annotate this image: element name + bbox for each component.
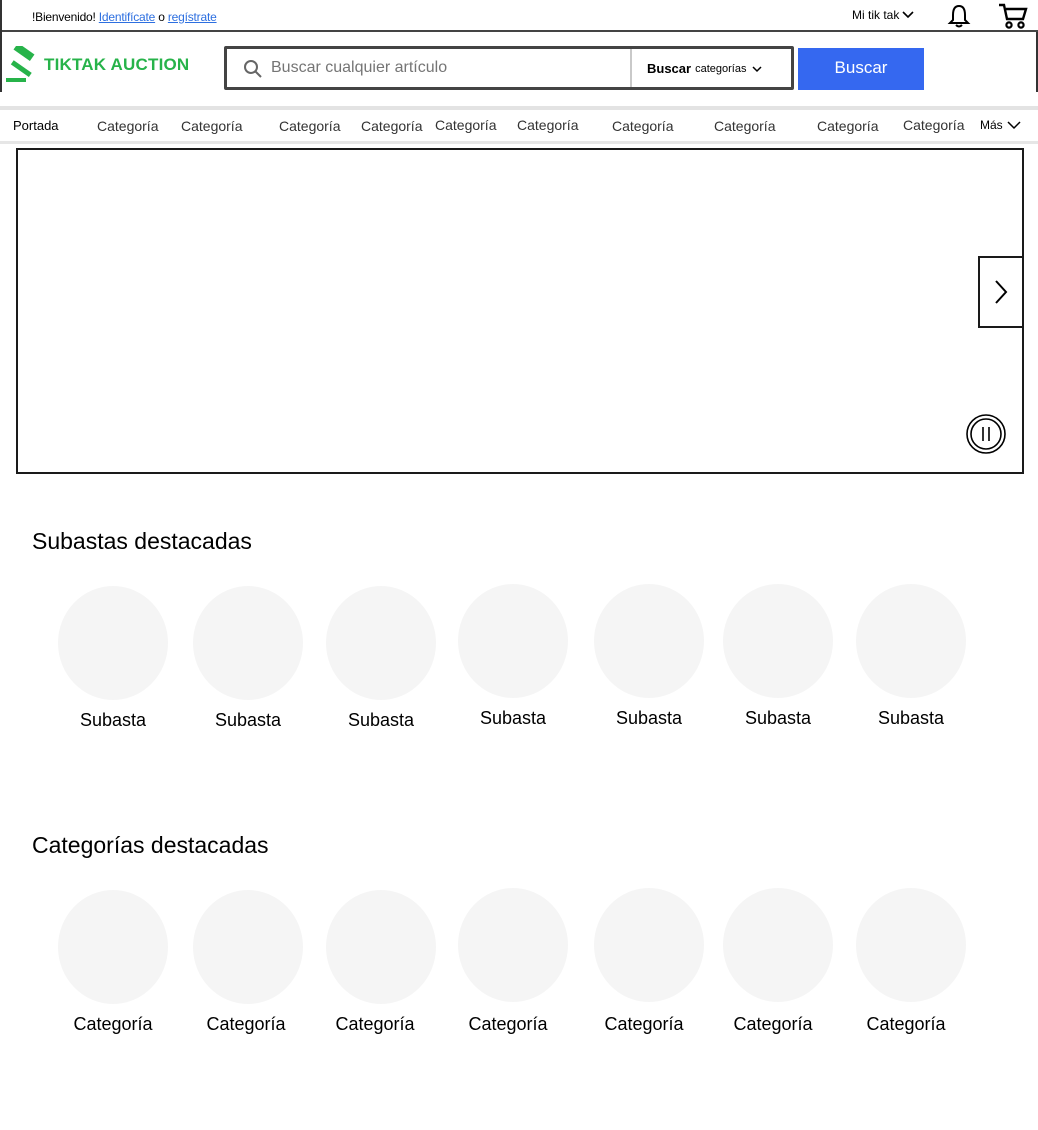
featured-categories-title: Categorías destacadas (32, 832, 269, 858)
nav-item-category[interactable]: Categoría (361, 118, 422, 134)
category-label[interactable]: Categoría (579, 1014, 709, 1035)
or-text: o (158, 10, 165, 24)
category-label[interactable]: Categoría (443, 1014, 573, 1035)
my-account-menu[interactable]: Mi tik tak (852, 8, 914, 22)
auction-label[interactable]: Subasta (713, 708, 843, 729)
chevron-right-icon (995, 280, 1008, 304)
category-label[interactable]: Categoría (48, 1014, 178, 1035)
register-link[interactable]: regístrate (168, 10, 217, 24)
nav-item-category[interactable]: Categoría (279, 118, 340, 134)
nav-item-category[interactable]: Categoría (612, 118, 673, 134)
category-thumbnail[interactable] (458, 888, 568, 1002)
hero-carousel[interactable] (16, 148, 1024, 474)
bell-icon[interactable] (946, 3, 972, 29)
logo[interactable]: TIKTAK AUCTION (4, 46, 189, 84)
signin-link[interactable]: Identifícate (99, 10, 156, 24)
nav-item-category[interactable]: Categoría (817, 118, 878, 134)
nav-item-category[interactable]: Categoría (181, 118, 242, 134)
top-bar: !Bienvenido! Identifícate o regístrate M… (0, 0, 1038, 32)
auction-label[interactable]: Subasta (846, 708, 976, 729)
auction-label[interactable]: Subasta (183, 710, 313, 731)
auction-thumbnail[interactable] (723, 584, 833, 698)
my-account-label: Mi tik tak (852, 8, 900, 22)
category-select-bold: Buscar (647, 61, 692, 76)
header: TIKTAK AUCTION Buscar categorías Buscar (0, 32, 1038, 92)
greeting-text: !Bienvenido! (32, 10, 96, 24)
nav-item-category[interactable]: Categoría (714, 118, 775, 134)
category-label[interactable]: Categoría (310, 1014, 440, 1035)
pause-icon[interactable] (966, 414, 1006, 454)
auction-thumbnail[interactable] (594, 584, 704, 698)
auction-label[interactable]: Subasta (316, 710, 446, 731)
category-thumbnail[interactable] (326, 890, 436, 1004)
category-thumbnail[interactable] (723, 888, 833, 1002)
nav-more-menu[interactable]: Más (980, 118, 1021, 132)
cart-icon[interactable] (998, 2, 1028, 30)
search-button[interactable]: Buscar (798, 48, 924, 90)
carousel-next-button[interactable] (978, 256, 1024, 328)
greeting: !Bienvenido! Identifícate o regístrate (32, 10, 217, 24)
nav-item-home[interactable]: Portada (13, 118, 59, 133)
category-thumbnail[interactable] (58, 890, 168, 1004)
featured-auctions-title: Subastas destacadas (32, 528, 252, 554)
nav-divider-top (0, 106, 1038, 110)
nav-item-category[interactable]: Categoría (517, 117, 578, 133)
category-select-rest: categorías (695, 62, 747, 75)
category-thumbnail[interactable] (193, 890, 303, 1004)
category-label[interactable]: Categoría (708, 1014, 838, 1035)
chevron-down-icon (902, 11, 914, 19)
search-icon (244, 60, 262, 78)
nav-item-category[interactable]: Categoría (97, 118, 158, 134)
auction-label[interactable]: Subasta (584, 708, 714, 729)
category-thumbnail[interactable] (856, 888, 966, 1002)
search-divider (630, 49, 632, 87)
auction-thumbnail[interactable] (193, 586, 303, 700)
category-select[interactable]: Buscar categorías (647, 61, 764, 76)
nav-item-category[interactable]: Categoría (903, 117, 964, 133)
top-bar-edge (0, 0, 2, 32)
auction-thumbnail[interactable] (458, 584, 568, 698)
auction-thumbnail[interactable] (326, 586, 436, 700)
gavel-icon (6, 46, 35, 82)
auction-thumbnail[interactable] (58, 586, 168, 700)
category-nav: Portada Categoría Categoría Categoría Ca… (0, 104, 1038, 146)
nav-item-category[interactable]: Categoría (435, 117, 496, 133)
nav-divider-bottom (0, 141, 1038, 144)
category-thumbnail[interactable] (594, 888, 704, 1002)
chevron-down-icon (752, 65, 762, 72)
category-label[interactable]: Categoría (841, 1014, 971, 1035)
logo-text: TIKTAK AUCTION (44, 55, 190, 74)
auction-label[interactable]: Subasta (48, 710, 178, 731)
nav-more-label: Más (980, 118, 1003, 132)
search-bar: Buscar categorías (224, 46, 794, 90)
auction-thumbnail[interactable] (856, 584, 966, 698)
auction-label[interactable]: Subasta (448, 708, 578, 729)
category-label[interactable]: Categoría (181, 1014, 311, 1035)
search-input[interactable] (269, 55, 624, 81)
chevron-down-icon (1007, 121, 1021, 130)
